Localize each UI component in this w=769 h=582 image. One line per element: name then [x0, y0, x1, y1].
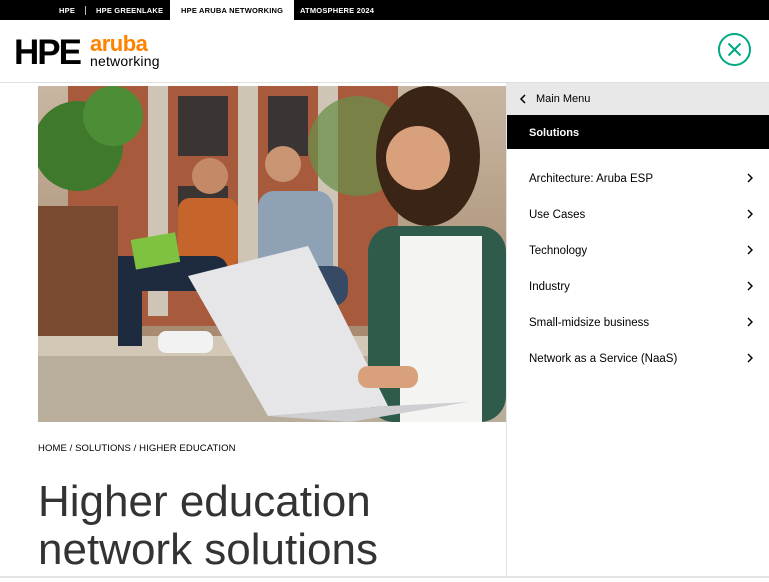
close-icon	[727, 42, 742, 57]
topnav-separator	[85, 6, 86, 15]
menu-item-industry[interactable]: Industry	[507, 273, 769, 303]
site-header: HPE aruba networking	[0, 20, 769, 83]
main-menu-label: Main Menu	[536, 93, 591, 105]
menu-item-label: Architecture: Aruba ESP	[529, 173, 654, 185]
menu-item-use-cases[interactable]: Use Cases	[507, 201, 769, 231]
page-title: Higher education network solutions	[38, 478, 378, 574]
menu-item-small-midsize-business[interactable]: Small-midsize business	[507, 309, 769, 339]
menu-item-label: Small-midsize business	[529, 317, 650, 329]
chevron-right-icon	[747, 317, 753, 327]
main-menu-back-button[interactable]: Main Menu	[507, 83, 769, 115]
menu-section-header: Solutions	[507, 115, 769, 149]
menu-item-label: Use Cases	[529, 209, 586, 221]
menu-item-label: Network as a Service (NaaS)	[529, 353, 678, 365]
breadcrumb[interactable]: HOME / SOLUTIONS / HIGHER EDUCATION	[38, 443, 236, 454]
menu-item-naas[interactable]: Network as a Service (NaaS)	[507, 345, 769, 375]
menu-item-label: Technology	[529, 245, 588, 257]
hero-image	[38, 86, 506, 422]
menu-section-label: Solutions	[529, 127, 580, 139]
topnav-link-atmosphere[interactable]: ATMOSPHERE 2024	[300, 0, 374, 20]
logo-aruba-text: aruba	[90, 31, 148, 56]
chevron-left-icon	[519, 94, 526, 104]
chevron-right-icon	[747, 245, 753, 255]
chevron-right-icon	[747, 173, 753, 183]
top-utility-nav: HPE HPE GREENLAKE HPE ARUBA NETWORKING A…	[0, 0, 769, 20]
topnav-link-hpe[interactable]: HPE	[59, 0, 75, 20]
menu-item-architecture[interactable]: Architecture: Aruba ESP	[507, 165, 769, 195]
chevron-right-icon	[747, 353, 753, 363]
menu-item-label: Industry	[529, 281, 570, 293]
chevron-right-icon	[747, 281, 753, 291]
topnav-link-greenlake[interactable]: HPE GREENLAKE	[96, 0, 163, 20]
navigation-menu-panel: Main Menu Solutions Architecture: Aruba …	[506, 83, 769, 578]
topnav-link-aruba-networking[interactable]: HPE ARUBA NETWORKING	[170, 0, 295, 20]
close-menu-button[interactable]	[718, 33, 751, 66]
chevron-right-icon	[747, 209, 753, 219]
logo-networking-text: networking	[90, 53, 160, 69]
logo-hpe-text: HPE	[14, 33, 82, 72]
menu-item-technology[interactable]: Technology	[507, 237, 769, 267]
